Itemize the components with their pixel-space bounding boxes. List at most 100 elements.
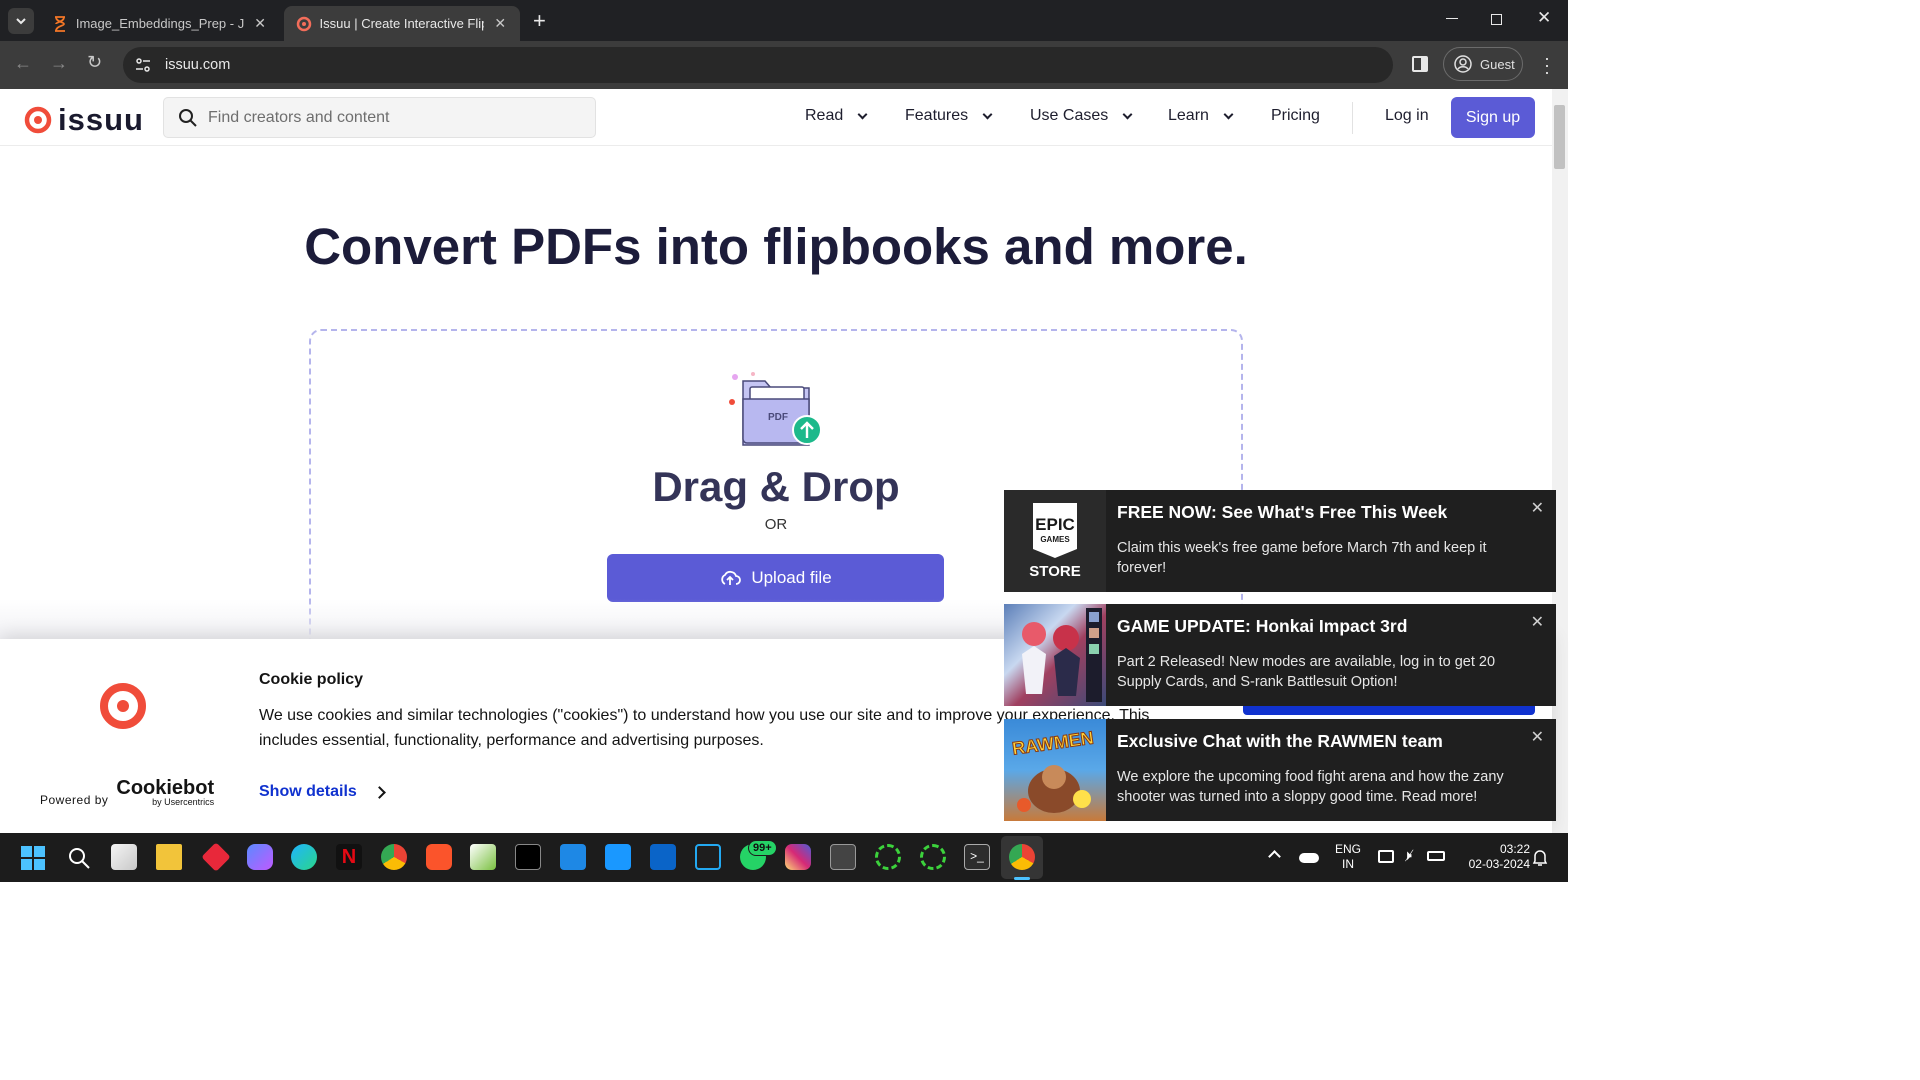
red-diamond-app-icon[interactable] (201, 842, 231, 872)
cookiebot-logo: Cookiebot (116, 777, 215, 799)
show-details-link[interactable]: Show details (259, 783, 386, 801)
loading-app-icon[interactable] (875, 844, 901, 870)
loading-app-icon-2[interactable] (920, 844, 946, 870)
notification-bell-icon[interactable] (1532, 848, 1548, 866)
issuu-logo-icon (24, 106, 52, 134)
outlook-icon[interactable] (650, 844, 676, 870)
browser-toolbar: ← → ↻ issuu.com Guest · · · (0, 41, 1568, 89)
new-tab-button[interactable]: + (533, 8, 546, 34)
back-icon[interactable]: ← (14, 53, 32, 74)
terminal-window-icon[interactable] (515, 844, 541, 870)
notification-body: Claim this week's free game before March… (1117, 540, 1487, 576)
nav-use-cases[interactable]: Use Cases (1030, 107, 1133, 125)
pdf-folder-upload-icon: PDF (729, 372, 822, 446)
search-input[interactable]: Find creators and content (163, 97, 596, 138)
notification-rawmen-chat[interactable]: RAWMEN Exclusive Chat with the RAWMEN te… (1004, 719, 1556, 821)
search-placeholder: Find creators and content (208, 108, 390, 126)
minimize-icon[interactable] (1446, 18, 1458, 19)
powered-by-label: Powered by (40, 793, 109, 807)
upload-file-button[interactable]: Upload file (607, 554, 944, 602)
tab-title: Issuu | Create Interactive Flipbo (319, 16, 485, 31)
tab-search-button[interactable] (8, 8, 34, 34)
region-label: IN (1342, 857, 1354, 871)
signup-button[interactable]: Sign up (1451, 97, 1535, 138)
nav-pricing[interactable]: Pricing (1271, 107, 1320, 125)
restore-icon[interactable] (1491, 14, 1502, 25)
close-icon[interactable]: ✕ (1531, 727, 1544, 747)
windows-start-icon[interactable] (21, 846, 45, 870)
cookiebot-branding[interactable]: Powered by Cookiebot by Usercentrics (40, 777, 215, 807)
search-icon (179, 108, 197, 127)
reload-icon[interactable]: ↻ (87, 52, 102, 73)
show-details-label: Show details (259, 783, 357, 800)
date-label: 02-03-2024 (1468, 857, 1530, 871)
notification-honkai-update[interactable]: GAME UPDATE: Honkai Impact 3rd Part 2 Re… (1004, 604, 1556, 706)
nav-label: Use Cases (1030, 107, 1109, 124)
address-bar[interactable]: issuu.com (123, 47, 1393, 83)
chevron-right-icon (372, 785, 386, 799)
tab-jupyter[interactable]: Image_Embeddings_Prep - Jupy ✕ (40, 6, 280, 41)
chevron-down-icon (982, 109, 993, 119)
nav-label: Read (805, 107, 844, 124)
hourglass-icon (55, 15, 65, 32)
file-explorer-icon[interactable] (156, 844, 182, 870)
brave-icon[interactable] (426, 844, 452, 870)
widgets-icon[interactable] (111, 844, 137, 870)
nav-read[interactable]: Read (805, 107, 868, 125)
nav-label: Pricing (1271, 107, 1320, 124)
search-icon[interactable] (67, 846, 91, 870)
issuu-cookie-logo-icon (100, 683, 146, 729)
netflix-icon[interactable]: N (336, 844, 362, 870)
network-icon[interactable] (1378, 850, 1394, 863)
close-icon[interactable]: ✕ (1537, 8, 1551, 28)
issuu-logo[interactable]: issuu (24, 102, 144, 138)
hero-title: Convert PDFs into flipbooks and more. (304, 218, 1248, 275)
onedrive-icon[interactable] (1299, 853, 1319, 863)
image-editor-icon[interactable] (470, 844, 496, 870)
nav-label: Features (905, 107, 969, 124)
site-header: issuu Find creators and content Read Fea… (0, 89, 1552, 146)
edge-icon[interactable] (291, 844, 317, 870)
chevron-down-icon (1223, 109, 1234, 119)
notification-epic-free[interactable]: EPIC GAMES STORE FREE NOW: See What's Fr… (1004, 490, 1556, 592)
more-menu-icon[interactable]: · · · (1544, 49, 1550, 81)
language-indicator[interactable]: ENG IN (1334, 842, 1362, 872)
chevron-up-icon[interactable] (1268, 850, 1281, 863)
store-icon[interactable] (560, 844, 586, 870)
notification-title: GAME UPDATE: Honkai Impact 3rd (1117, 616, 1408, 636)
prime-video-icon[interactable] (605, 844, 631, 870)
store-logo-text: STORE (1029, 563, 1080, 580)
nav-label: Learn (1168, 107, 1209, 124)
side-panel-icon[interactable] (1412, 56, 1428, 72)
copilot-icon[interactable] (247, 844, 273, 870)
profile-button[interactable]: Guest (1443, 47, 1523, 81)
site-info-icon[interactable] (133, 55, 153, 75)
issuu-favicon-icon (296, 16, 312, 31)
chevron-down-icon (1122, 109, 1133, 119)
chrome-icon[interactable] (1009, 844, 1035, 870)
tab-issuu[interactable]: Issuu | Create Interactive Flipbo ✕ (284, 6, 520, 41)
scrollbar-thumb[interactable] (1554, 105, 1565, 169)
nav-divider (1352, 102, 1353, 134)
app-window-icon[interactable] (830, 844, 856, 870)
notification-title: FREE NOW: See What's Free This Week (1117, 502, 1448, 522)
nav-learn[interactable]: Learn (1168, 107, 1234, 125)
battery-icon[interactable] (1427, 851, 1445, 861)
login-link[interactable]: Log in (1385, 107, 1429, 125)
close-tab-icon[interactable]: ✕ (252, 15, 268, 32)
close-tab-icon[interactable]: ✕ (492, 15, 508, 32)
nav-features[interactable]: Features (905, 107, 993, 125)
pdf-label: PDF (768, 412, 788, 423)
close-icon[interactable]: ✕ (1531, 612, 1544, 632)
vscode-icon[interactable] (695, 844, 721, 870)
close-icon[interactable]: ✕ (1531, 498, 1544, 518)
volume-muted-icon[interactable]: 🕨̸ (1403, 847, 1412, 864)
chrome-icon[interactable] (381, 844, 407, 870)
instagram-icon[interactable] (785, 844, 811, 870)
account-icon (1454, 55, 1472, 73)
rawmen-logo-text: RAWMEN (1011, 728, 1095, 759)
forward-icon[interactable]: → (50, 53, 68, 74)
terminal-icon[interactable]: >_ (964, 844, 990, 870)
cookie-allow-button[interactable] (1243, 706, 1535, 715)
clock[interactable]: 03:22 02-03-2024 (1454, 842, 1530, 872)
